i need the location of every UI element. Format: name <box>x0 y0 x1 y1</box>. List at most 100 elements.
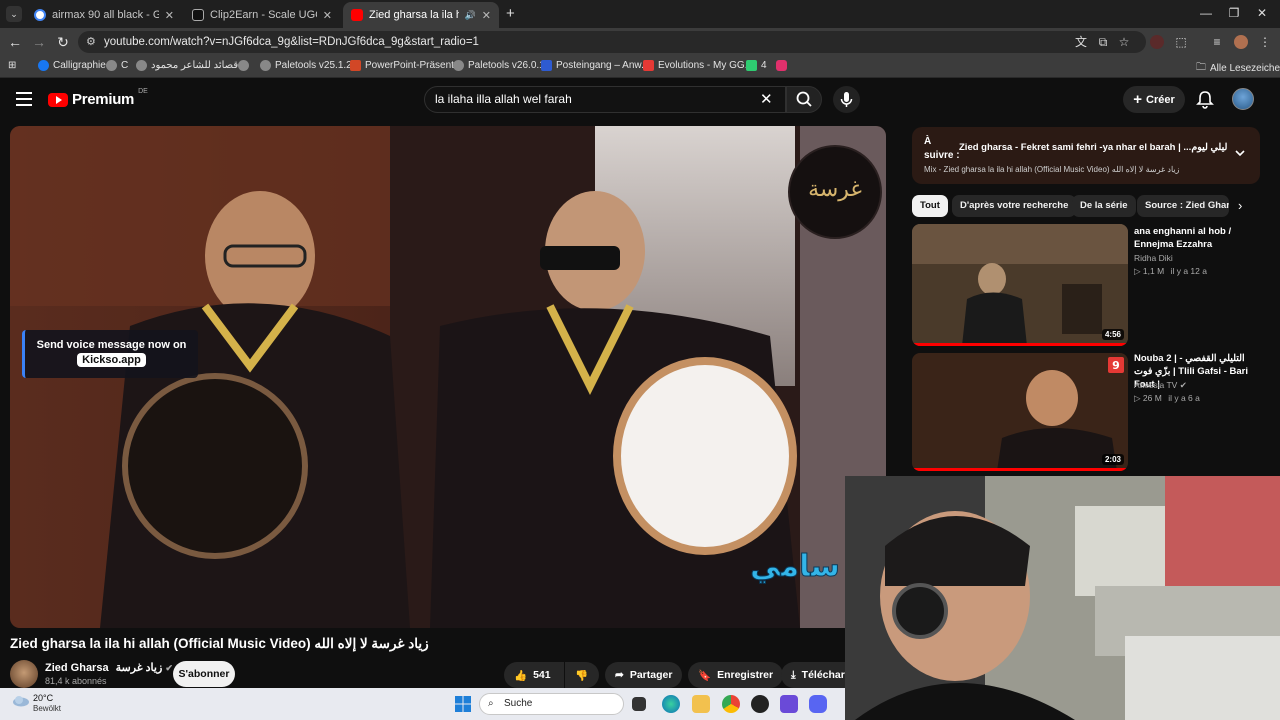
subscriber-count: 81,4 k abonnés <box>45 676 107 686</box>
bookmark-item[interactable]: Posteingang – Anw... <box>541 60 649 71</box>
related-video-channel[interactable]: Attessia TV ✔ <box>1134 380 1187 391</box>
powerpoint-icon <box>350 60 361 71</box>
create-button[interactable]: + Créer <box>1123 86 1185 113</box>
reading-list-icon[interactable]: ≡ <box>1210 35 1224 49</box>
verified-check-icon: ✔ <box>1179 380 1187 390</box>
chip-series[interactable]: De la série <box>1072 195 1136 217</box>
up-next-panel[interactable]: À suivre : Zied gharsa - Fekret sami feh… <box>912 127 1260 184</box>
bookmark-item[interactable]: Paletools v25.1.23 <box>260 60 357 71</box>
related-video-meta: ▷ 26 M il y a 6 a <box>1134 393 1200 403</box>
ggg-icon <box>643 60 654 71</box>
task-view-icon[interactable] <box>632 697 646 711</box>
apps-grid-icon[interactable]: ⊞ <box>8 60 16 71</box>
bookmark-item[interactable]: PowerPoint-Präsent... <box>350 60 462 71</box>
chip-all[interactable]: Tout <box>912 195 948 217</box>
windows-start-icon[interactable] <box>455 696 471 712</box>
chevron-down-icon[interactable] <box>1234 147 1246 159</box>
bookmark-star-icon[interactable]: ☆ <box>1117 35 1131 49</box>
all-bookmarks[interactable]: 🗀 Alle Lesezeichen <box>1196 60 1280 77</box>
site-info-icon[interactable]: ⚙ <box>86 31 96 53</box>
edge-icon[interactable] <box>662 695 680 713</box>
related-video-channel[interactable]: Ridha Diki <box>1134 253 1173 263</box>
obs-icon[interactable] <box>751 695 769 713</box>
account-avatar[interactable] <box>1232 88 1254 110</box>
minimize-icon[interactable]: — <box>1196 6 1216 20</box>
tab-title: Zied gharsa la ila hi allah (O <box>369 9 459 21</box>
cloud-icon <box>13 696 29 707</box>
chip-source[interactable]: Source : Zied Gharsa <box>1137 195 1229 217</box>
video-duration: 2:03 <box>1101 454 1124 465</box>
extensions-icon[interactable]: ⬚ <box>1174 35 1188 49</box>
new-tab-button[interactable]: + <box>506 5 515 22</box>
notifications-bell-icon[interactable] <box>1196 90 1214 110</box>
share-button[interactable]: ➦ Partager <box>605 662 683 688</box>
hamburger-menu-icon[interactable] <box>16 92 32 106</box>
tab-search-button[interactable]: ⌄ <box>6 6 22 22</box>
discord-icon[interactable] <box>809 695 827 713</box>
ad-link[interactable]: Kickso.app <box>77 353 146 367</box>
apps-grid-icon[interactable] <box>780 695 798 713</box>
tab-title: airmax 90 all black - Google Su <box>52 9 159 21</box>
google-icon <box>34 9 46 21</box>
clip2earn-icon <box>192 9 204 21</box>
address-bar[interactable]: ⚙ youtube.com/watch?v=nJGf6dca_9g&list=R… <box>78 31 1146 53</box>
download-button[interactable]: ⤓ Téléchar <box>781 662 845 688</box>
bookmark-item[interactable] <box>776 60 791 71</box>
translate-icon[interactable]: 文 <box>1074 35 1088 49</box>
subscribe-button[interactable]: S'abonner <box>173 661 235 687</box>
bookmark-item[interactable]: Evolutions - My GG... <box>643 60 753 71</box>
bookmark-item[interactable]: 4 <box>746 60 767 71</box>
close-tab-icon[interactable]: ✕ <box>323 9 332 22</box>
file-explorer-icon[interactable] <box>692 695 710 713</box>
watch-progress-bar <box>912 343 1128 346</box>
youtube-premium-logo[interactable]: Premium DE <box>48 88 148 108</box>
menu-kebab-icon[interactable]: ⋮ <box>1258 35 1272 49</box>
close-tab-icon[interactable]: ✕ <box>165 9 174 22</box>
related-video-thumbnail[interactable]: 4:56 <box>912 224 1128 346</box>
chevron-right-icon[interactable]: › <box>1238 198 1242 213</box>
browser-tab-2[interactable]: Clip2Earn - Scale UGC collabora ✕ <box>184 2 340 28</box>
bookmark-item[interactable] <box>238 60 253 71</box>
restore-icon[interactable]: ❐ <box>1224 6 1244 20</box>
window-close-icon[interactable]: ✕ <box>1252 6 1272 20</box>
voice-message-ad-overlay[interactable]: Send voice message now on Kickso.app <box>22 330 198 378</box>
related-video-title[interactable]: ana enghanni al hob / Ennejma Ezzahra <box>1134 225 1254 251</box>
voice-search-button[interactable] <box>833 86 860 113</box>
channel-name-arabic: زياد غرسة <box>115 662 163 674</box>
reload-icon[interactable]: ↻ <box>54 34 72 51</box>
bookmark-item[interactable]: C <box>106 60 128 71</box>
profile-avatar-icon[interactable] <box>1234 35 1248 49</box>
browser-tab-3[interactable]: Zied gharsa la ila hi allah (O 🔊 ✕ <box>343 2 499 28</box>
browser-tab-1[interactable]: airmax 90 all black - Google Su ✕ <box>26 2 182 28</box>
bookmark-item[interactable]: Paletools v26.0.12 <box>453 60 550 71</box>
save-button[interactable]: 🔖 Enregistrer <box>688 662 784 688</box>
bookmark-item[interactable]: Calligraphie <box>38 60 106 71</box>
channel-name[interactable]: Zied Gharsa زياد غرسة ✔ <box>45 661 173 674</box>
views-icon: ▷ <box>1134 393 1141 403</box>
channel-avatar[interactable] <box>10 660 38 688</box>
search-input[interactable]: la ilaha illa allah wel farah <box>424 86 786 113</box>
back-icon[interactable]: ← <box>6 34 24 50</box>
dislike-button[interactable]: 👎 <box>565 662 599 688</box>
taskbar-search[interactable]: ⌕ Suche <box>479 693 624 715</box>
logo-country: DE <box>138 88 148 95</box>
bookmarks-bar: ⊞ Calligraphie C قصائد للشاعر محمود... P… <box>0 56 1280 78</box>
bookmark-item[interactable]: قصائد للشاعر محمود... <box>136 60 246 71</box>
search-button[interactable] <box>786 86 822 113</box>
webcam-overlay <box>845 476 1280 720</box>
up-next-title: Zied gharsa - Fekret sami fehri -ya nhar… <box>959 142 1229 153</box>
youtube-icon <box>351 9 363 21</box>
install-app-icon[interactable]: ⧉ <box>1096 35 1110 49</box>
like-button[interactable]: 👍 541 <box>504 662 564 688</box>
chip-search[interactable]: D'après votre recherche <box>952 195 1077 217</box>
video-duration: 4:56 <box>1101 329 1124 340</box>
chrome-icon[interactable] <box>722 695 740 713</box>
related-video-thumbnail[interactable]: 9 2:03 <box>912 353 1128 471</box>
views-icon: ▷ <box>1134 266 1141 276</box>
forward-icon[interactable]: → <box>30 34 48 50</box>
close-tab-icon[interactable]: ✕ <box>482 9 491 22</box>
clear-search-icon[interactable]: ✕ <box>760 90 773 108</box>
extension-avatar-icon[interactable] <box>1150 35 1164 49</box>
audio-playing-icon[interactable]: 🔊 <box>465 10 476 21</box>
weather-condition: Bewölkt <box>33 704 62 713</box>
